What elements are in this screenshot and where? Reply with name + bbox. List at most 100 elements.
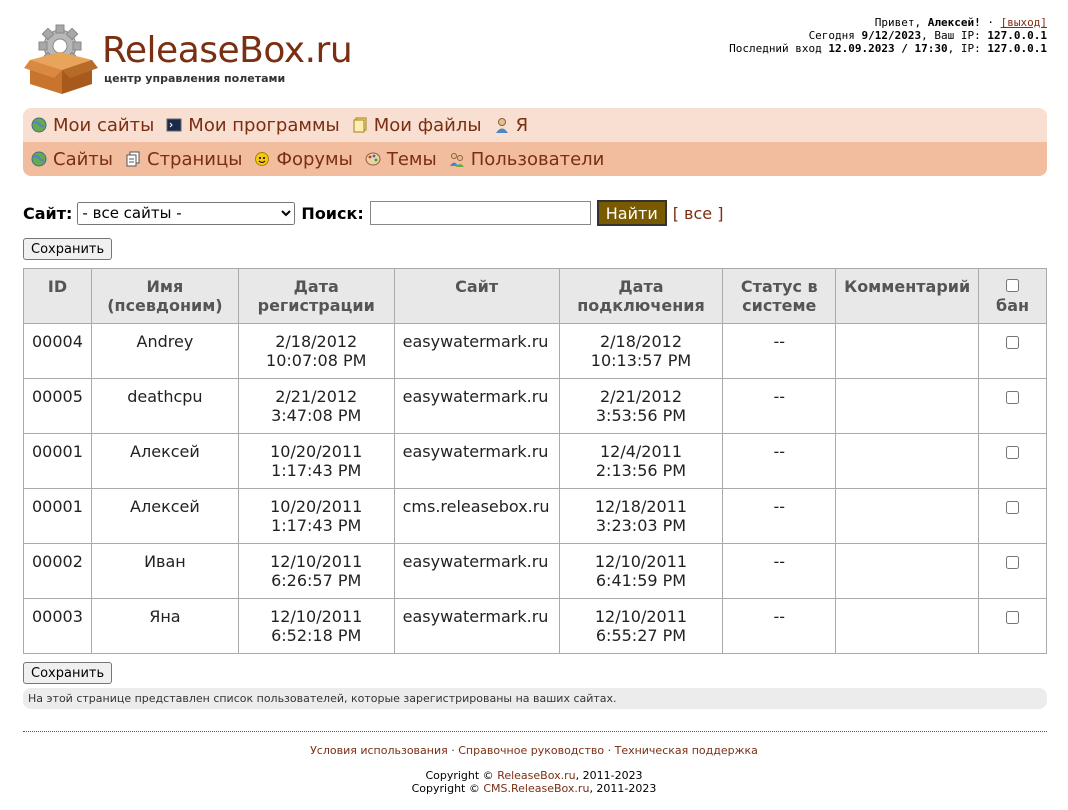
site-filter-label: Сайт: bbox=[23, 203, 73, 223]
top-menu: Мои сайты Мои программы Мои файлы Я bbox=[23, 108, 1047, 142]
save-button-top[interactable]: Сохранить bbox=[23, 238, 113, 260]
manual-link[interactable]: Справочное руководство bbox=[458, 744, 604, 757]
cell-id: 00004 bbox=[23, 323, 92, 379]
menu-item-my-programs[interactable]: Мои программы bbox=[166, 114, 340, 136]
reg-date: 12/10/2011 bbox=[270, 552, 363, 571]
table-row: 00001 Алексей 10/20/2011 1:17:43 PM easyw… bbox=[23, 433, 1047, 489]
menu-item-my-files[interactable]: Мои файлы bbox=[352, 115, 482, 136]
last-ip-label: , IP: bbox=[947, 42, 988, 55]
site-filter-select[interactable]: - все сайты - bbox=[77, 201, 296, 225]
column-header-comment[interactable]: Комментарий bbox=[835, 268, 980, 324]
cell-site: easywatermark.ru bbox=[393, 378, 560, 434]
today-label: Сегодня bbox=[808, 29, 862, 42]
save-button-bottom[interactable]: Сохранить bbox=[23, 662, 113, 684]
copyright-years: , 2011-2023 bbox=[575, 769, 643, 782]
cell-comment bbox=[835, 488, 980, 544]
conn-date: 12/10/2011 bbox=[594, 607, 688, 626]
cell-reg-date: 12/10/2011 6:52:18 PM bbox=[237, 598, 395, 654]
column-header-name[interactable]: Имя (псевдоним) bbox=[90, 268, 239, 324]
cms-releasebox-link[interactable]: CMS.ReleaseBox.ru bbox=[483, 782, 589, 795]
cell-status: -- bbox=[722, 543, 837, 599]
cell-name: Алексей bbox=[90, 433, 239, 489]
find-button[interactable]: Найти bbox=[596, 200, 667, 226]
logo[interactable]: ReleaseBox.ru центр управления полетами bbox=[24, 14, 364, 94]
releasebox-link[interactable]: ReleaseBox.ru bbox=[497, 769, 575, 782]
menu-item-me[interactable]: Я bbox=[494, 115, 528, 136]
cell-id: 00001 bbox=[23, 433, 92, 489]
cell-id: 00002 bbox=[23, 543, 92, 599]
palette-icon bbox=[365, 152, 381, 166]
conn-date: 12/4/2011 bbox=[599, 442, 683, 461]
ban-checkbox[interactable] bbox=[1006, 501, 1020, 514]
table-row: 00001 Алексей 10/20/2011 1:17:43 PM cms.r… bbox=[23, 488, 1047, 544]
copyright-prefix: Copyright © bbox=[411, 782, 484, 795]
header-status-label: Статус в bbox=[740, 277, 818, 296]
conn-time: 3:23:03 PM bbox=[595, 516, 687, 535]
ban-checkbox[interactable] bbox=[1006, 336, 1020, 349]
reg-date: 2/18/2012 bbox=[275, 332, 358, 351]
column-header-conn-date[interactable]: Дата подключения bbox=[558, 268, 724, 324]
menu-item-label: Мои файлы bbox=[373, 114, 482, 136]
files-icon bbox=[353, 117, 367, 133]
last-login-line: Последний вход 12.09.2023 / 17:30, IP: 1… bbox=[729, 42, 1047, 55]
column-header-reg-date[interactable]: Дата регистрации bbox=[237, 268, 395, 324]
info-note: На этой странице представлен список поль… bbox=[23, 688, 1047, 709]
table-row: 00004 Andrey 2/18/2012 10:07:08 PM easywa… bbox=[23, 323, 1047, 379]
menu-item-forums[interactable]: Форумы bbox=[254, 148, 353, 170]
column-header-id[interactable]: ID bbox=[23, 268, 92, 324]
cell-conn-date: 12/18/2011 3:23:03 PM bbox=[558, 488, 724, 544]
menu-item-themes[interactable]: Темы bbox=[365, 149, 437, 170]
reg-date: 10/20/2011 bbox=[270, 497, 363, 516]
copyright-line: Copyright © ReleaseBox.ru, 2011-2023 bbox=[0, 769, 1068, 782]
reg-date: 2/21/2012 bbox=[275, 387, 358, 406]
table-header-row: ID Имя (псевдоним) Дата регистрации Сайт Д… bbox=[23, 268, 1047, 324]
logout-link[interactable]: [выход] bbox=[1001, 16, 1047, 29]
smiley-icon bbox=[255, 152, 270, 166]
menu-item-label: Форумы bbox=[276, 148, 353, 170]
column-header-site[interactable]: Сайт bbox=[393, 268, 560, 324]
menu-item-label: Сайты bbox=[53, 148, 113, 170]
greeting-line: Привет, Алексей! · [выход] bbox=[874, 16, 1047, 29]
terms-link[interactable]: Условия использования bbox=[310, 744, 448, 757]
menu-item-my-sites[interactable]: Мои сайты bbox=[31, 115, 154, 136]
ban-checkbox[interactable] bbox=[1006, 391, 1020, 404]
cell-id: 00001 bbox=[23, 488, 92, 544]
cell-reg-date: 10/20/2011 1:17:43 PM bbox=[237, 488, 395, 544]
header-comment-label: Комментарий bbox=[844, 277, 971, 296]
show-all-link[interactable]: [ все ] bbox=[673, 204, 724, 223]
menu-item-label: Мои программы bbox=[188, 114, 340, 136]
user-info: Привет, Алексей! · [выход] Сегодня 9/12/… bbox=[729, 16, 1047, 55]
cell-site: easywatermark.ru bbox=[393, 543, 560, 599]
cell-comment bbox=[835, 378, 980, 434]
menu-item-users[interactable]: Пользователи bbox=[449, 149, 604, 170]
cell-ban bbox=[978, 323, 1047, 379]
cell-site: easywatermark.ru bbox=[393, 323, 560, 379]
user-name: Алексей! bbox=[927, 16, 981, 29]
logo-subtitle: центр управления полетами bbox=[104, 72, 286, 85]
cell-status: -- bbox=[722, 488, 837, 544]
conn-time: 6:41:59 PM bbox=[595, 571, 687, 590]
conn-time: 6:55:27 PM bbox=[595, 626, 687, 645]
ban-checkbox[interactable] bbox=[1006, 556, 1020, 569]
reg-time: 6:52:18 PM bbox=[271, 626, 362, 645]
copyright: Copyright © ReleaseBox.ru, 2011-2023 Cop… bbox=[0, 769, 1068, 795]
header-conndate-label: Дата bbox=[618, 277, 664, 296]
menu-item-pages[interactable]: Страницы bbox=[125, 149, 242, 170]
ip-value: 127.0.0.1 bbox=[987, 29, 1047, 42]
conn-date: 2/21/2012 bbox=[599, 387, 683, 406]
cell-site: cms.releasebox.ru bbox=[393, 488, 560, 544]
header-regdate-sub: регистрации bbox=[257, 296, 375, 315]
globe-icon bbox=[31, 151, 47, 167]
menu-item-sites[interactable]: Сайты bbox=[31, 149, 113, 170]
copyright-prefix: Copyright © bbox=[425, 769, 498, 782]
today-value: 9/12/2023 bbox=[861, 29, 922, 42]
ban-all-checkbox[interactable] bbox=[1006, 279, 1020, 292]
ban-checkbox[interactable] bbox=[1006, 446, 1020, 459]
cell-conn-date: 2/21/2012 3:53:56 PM bbox=[558, 378, 724, 434]
search-input[interactable] bbox=[369, 201, 591, 225]
support-link[interactable]: Техническая поддержка bbox=[615, 744, 758, 757]
ban-checkbox[interactable] bbox=[1006, 611, 1020, 624]
column-header-status[interactable]: Статус в системе bbox=[722, 268, 837, 324]
cell-ban bbox=[978, 543, 1047, 599]
cell-reg-date: 2/18/2012 10:07:08 PM bbox=[237, 323, 395, 379]
